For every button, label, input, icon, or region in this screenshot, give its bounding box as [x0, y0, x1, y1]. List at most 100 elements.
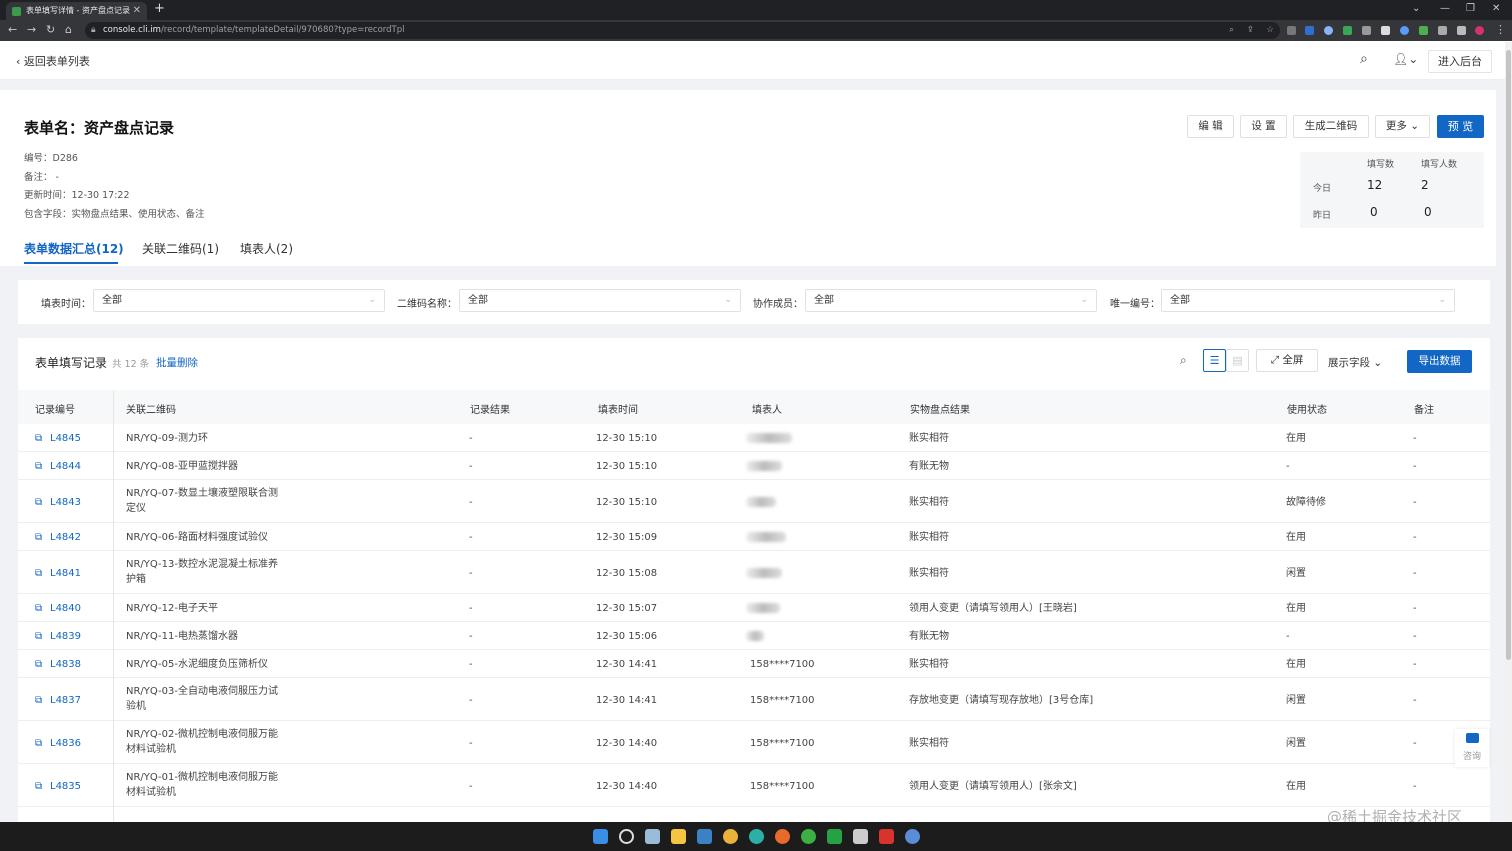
enter-admin-button[interactable]: 进入后台 — [1428, 50, 1492, 73]
table-row[interactable]: ⧉ L4845 NR/YQ-09-测力环 - 12-30 15:10 账实相符 在用 - — [18, 424, 1490, 452]
generate-qrcode-button[interactable]: 生成二维码 — [1293, 115, 1369, 138]
zoom-icon[interactable]: ⌕ — [1229, 22, 1234, 39]
puzzle-icon[interactable] — [1457, 26, 1466, 35]
record-detail-icon[interactable]: ⧉ — [35, 431, 42, 446]
record-detail-icon[interactable]: ⧉ — [35, 459, 42, 474]
table-row[interactable]: ⧉ L4839 NR/YQ-11-电热蒸馏水器 - 12-30 15:06 有账无物 - - — [18, 622, 1490, 650]
record-id-link[interactable]: L4842 — [50, 530, 81, 545]
tab-search-icon[interactable]: ⌄ — [1412, 3, 1420, 14]
record-detail-icon[interactable]: ⧉ — [35, 629, 42, 644]
record-detail-icon[interactable]: ⧉ — [35, 495, 42, 510]
edge-icon[interactable] — [749, 829, 764, 844]
back-to-list-link[interactable]: ‹ 返回表单列表 — [16, 53, 90, 69]
table-row[interactable]: ⧉ L4844 NR/YQ-08-亚甲蓝搅拌器 - 12-30 15:10 有账无物 - - — [18, 452, 1490, 480]
filter-time-select[interactable]: 全部 ⌄ — [93, 289, 385, 312]
extension-icon[interactable] — [1287, 26, 1296, 35]
back-arrow-icon[interactable]: ← — [8, 23, 17, 36]
record-detail-icon[interactable]: ⧉ — [35, 736, 42, 751]
card-view-icon[interactable]: ▤ — [1226, 349, 1249, 372]
extension-icon[interactable] — [1324, 26, 1333, 35]
browser-menu-icon[interactable]: ⋮ — [1495, 23, 1506, 36]
record-detail-icon[interactable]: ⧉ — [35, 566, 42, 581]
search-icon[interactable]: ⌕ — [1180, 353, 1187, 368]
home-icon[interactable]: ⌂ — [65, 23, 72, 36]
table-row[interactable]: ⧉ L4838 NR/YQ-05-水泥细度负压筛析仪 - 12-30 14:41 158*… — [18, 650, 1490, 678]
address-bar[interactable]: 🔒︎ console.cli.im/record/template/templa… — [85, 22, 1280, 39]
linked-qrcode-cell: NR/YQ-12-电子天平 — [126, 601, 218, 616]
bookmark-star-icon[interactable]: ☆ — [1266, 22, 1274, 39]
scrollbar-thumb[interactable] — [1506, 50, 1511, 660]
extension-icon[interactable] — [1305, 26, 1314, 35]
share-icon[interactable]: ⇪ — [1247, 22, 1254, 39]
export-data-button[interactable]: 导出数据 — [1407, 350, 1472, 373]
extension-icon[interactable] — [1362, 26, 1371, 35]
settings-button[interactable]: 设 置 — [1240, 115, 1287, 138]
preview-button[interactable]: 预 览 — [1437, 115, 1484, 138]
record-id-link[interactable]: L4839 — [50, 629, 81, 644]
browser-tab[interactable]: 表单填写详情 - 资产盘点记录 ✕ — [6, 2, 147, 20]
record-detail-icon[interactable]: ⧉ — [35, 693, 42, 708]
record-id-link[interactable]: L4843 — [50, 495, 81, 510]
tab-form-data-summary[interactable]: 表单数据汇总(12) — [24, 240, 124, 257]
task-view-icon[interactable] — [645, 829, 660, 844]
record-id-link[interactable]: L4845 — [50, 431, 81, 446]
record-detail-icon[interactable]: ⧉ — [35, 657, 42, 672]
profile-avatar[interactable] — [1475, 26, 1484, 35]
app-icon[interactable] — [905, 829, 920, 844]
tab-linked-qrcode[interactable]: 关联二维码(1) — [142, 240, 219, 257]
record-detail-icon[interactable]: ⧉ — [35, 779, 42, 794]
firefox-icon[interactable] — [775, 829, 790, 844]
chrome-icon[interactable] — [723, 829, 738, 844]
edit-button[interactable]: 编 辑 — [1187, 115, 1234, 138]
wechat-icon[interactable] — [801, 829, 816, 844]
extension-icon[interactable] — [1438, 26, 1447, 35]
more-button[interactable]: 更多 ⌄ — [1375, 115, 1430, 138]
forward-arrow-icon[interactable]: → — [27, 23, 36, 36]
filter-qrcode-select[interactable]: 全部 ⌄ — [459, 289, 741, 312]
table-row[interactable]: ⧉ L4840 NR/YQ-12-电子天平 - 12-30 15:07 领用人变更（请填写… — [18, 594, 1490, 622]
batch-delete-link[interactable]: 批量删除 — [156, 355, 198, 370]
search-icon[interactable]: ⌕ — [1360, 51, 1368, 67]
new-tab-icon[interactable]: + — [154, 1, 165, 16]
record-id-link[interactable]: L4841 — [50, 566, 81, 581]
record-id-link[interactable]: L4836 — [50, 736, 81, 751]
reload-icon[interactable]: ↻ — [46, 23, 55, 36]
minimize-icon[interactable]: — — [1440, 3, 1450, 14]
page-scrollbar[interactable] — [1505, 42, 1512, 822]
record-id-link[interactable]: L4844 — [50, 459, 81, 474]
filter-member-select[interactable]: 全部 ⌄ — [805, 289, 1097, 312]
record-detail-icon[interactable]: ⧉ — [35, 530, 42, 545]
windows-start-icon[interactable] — [593, 829, 608, 844]
tab-fillers[interactable]: 填表人(2) — [240, 240, 293, 257]
extension-icon[interactable] — [1381, 26, 1390, 35]
close-tab-icon[interactable]: ✕ — [133, 2, 141, 20]
list-view-icon[interactable]: ☰ — [1203, 349, 1226, 372]
table-row[interactable]: ⧉ L4841 NR/YQ-13-数控水泥混凝土标准养 护箱 - 12-30 15:08 账… — [18, 551, 1490, 594]
display-fields-dropdown[interactable]: 展示字段 ⌄ — [1328, 355, 1382, 370]
table-row[interactable]: ⧉ L4837 NR/YQ-03-全自动电液伺服压力试 验机 - 12-30 14:41 1… — [18, 678, 1490, 721]
wechat-work-icon[interactable] — [827, 829, 842, 844]
mail-icon[interactable] — [697, 829, 712, 844]
table-row[interactable]: ⧉ L4842 NR/YQ-06-路面材料强度试验仪 - 12-30 15:09 账实相符… — [18, 523, 1490, 551]
wps-icon[interactable] — [879, 829, 894, 844]
search-icon[interactable] — [619, 829, 634, 844]
table-row[interactable]: ⧉ L4835 NR/YQ-01-微机控制电液伺服万能 材料试验机 - 12-30 14:… — [18, 764, 1490, 807]
consult-widget[interactable]: 咨询 — [1455, 729, 1489, 767]
extension-icon[interactable] — [1343, 26, 1352, 35]
extension-icon[interactable] — [1400, 26, 1409, 35]
extension-icon[interactable] — [1419, 26, 1428, 35]
record-id-link[interactable]: L4837 — [50, 693, 81, 708]
user-icon[interactable]: 👤︎⌄ — [1393, 52, 1418, 66]
file-explorer-icon[interactable] — [671, 829, 686, 844]
record-id-link[interactable]: L4840 — [50, 601, 81, 616]
record-detail-icon[interactable]: ⧉ — [35, 601, 42, 616]
restore-icon[interactable]: ❐ — [1466, 3, 1475, 14]
record-id-link[interactable]: L4838 — [50, 657, 81, 672]
table-row[interactable]: ⧉ L4843 NR/YQ-07-数显土壤液塑限联合测 定仪 - 12-30 15:10 账… — [18, 480, 1490, 523]
qrcode-app-icon[interactable] — [853, 829, 868, 844]
record-id-link[interactable]: L4835 — [50, 779, 81, 794]
table-row[interactable]: ⧉ L4836 NR/YQ-02-微机控制电液伺服万能 材料试验机 - 12-30 14:… — [18, 721, 1490, 764]
close-window-icon[interactable]: ✕ — [1492, 3, 1500, 14]
fullscreen-button[interactable]: ⤢ 全屏 — [1256, 349, 1318, 372]
filter-unique-id-select[interactable]: 全部 ⌄ — [1161, 289, 1455, 312]
